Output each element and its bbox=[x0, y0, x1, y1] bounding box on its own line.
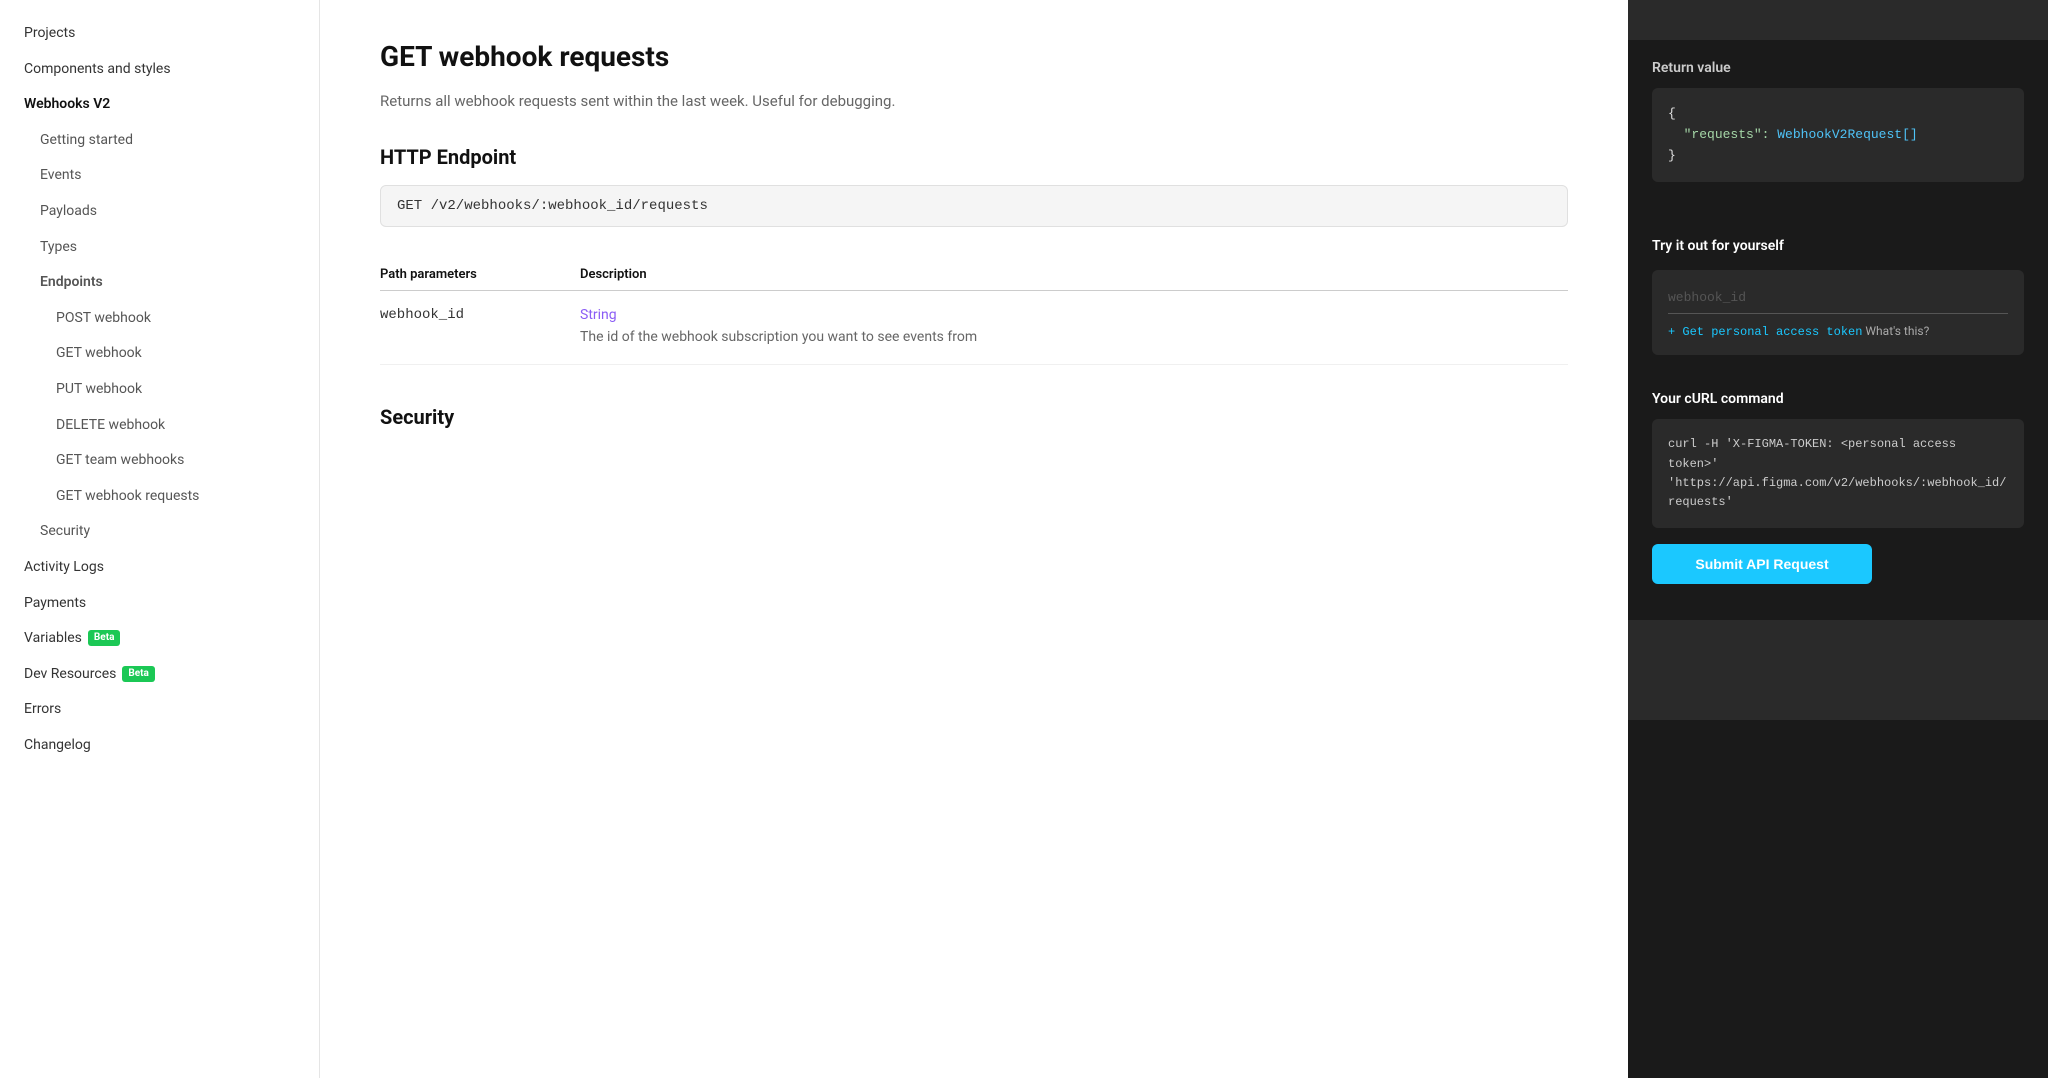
dev-resources-beta-badge: Beta bbox=[122, 666, 155, 682]
sidebar-item-security[interactable]: Security bbox=[0, 514, 319, 550]
param-type-link[interactable]: String bbox=[580, 307, 1568, 323]
get-token-link[interactable]: + Get personal access token bbox=[1668, 325, 1862, 339]
path-params-header: Path parameters bbox=[380, 259, 580, 291]
sidebar-item-projects[interactable]: Projects bbox=[0, 16, 319, 52]
sidebar-item-activity-logs[interactable]: Activity Logs bbox=[0, 550, 319, 586]
page-description: Returns all webhook requests sent within… bbox=[380, 89, 1568, 113]
submit-api-request-button[interactable]: Submit API Request bbox=[1652, 544, 1872, 584]
sidebar-item-delete-webhook[interactable]: DELETE webhook bbox=[0, 408, 319, 444]
bottom-panel-area bbox=[1628, 620, 2048, 720]
sidebar-item-payments[interactable]: Payments bbox=[0, 586, 319, 622]
try-it-label: Try it out for yourself bbox=[1652, 238, 2024, 254]
param-details: String The id of the webhook subscriptio… bbox=[580, 291, 1568, 365]
variables-beta-badge: Beta bbox=[88, 630, 121, 646]
webhook-id-input[interactable] bbox=[1668, 286, 2008, 314]
sidebar-item-types[interactable]: Types bbox=[0, 230, 319, 266]
sidebar-item-variables[interactable]: VariablesBeta bbox=[0, 621, 319, 657]
sidebar-item-getting-started[interactable]: Getting started bbox=[0, 123, 319, 159]
return-value-code: { "requests": WebhookV2Request[] } bbox=[1652, 88, 2024, 182]
param-name: webhook_id bbox=[380, 291, 580, 365]
sidebar: Projects Components and styles Webhooks … bbox=[0, 0, 320, 1078]
sidebar-item-get-webhook-requests[interactable]: GET webhook requests bbox=[0, 479, 319, 515]
get-token-text: + Get personal access token What's this? bbox=[1668, 324, 2008, 339]
return-value-label: Return value bbox=[1652, 60, 2024, 76]
sidebar-item-endpoints[interactable]: Endpoints bbox=[0, 265, 319, 301]
sidebar-item-post-webhook[interactable]: POST webhook bbox=[0, 301, 319, 337]
sidebar-item-get-webhook[interactable]: GET webhook bbox=[0, 336, 319, 372]
param-description: The id of the webhook subscription you w… bbox=[580, 329, 977, 345]
table-row: webhook_id String The id of the webhook … bbox=[380, 291, 1568, 365]
sidebar-item-changelog[interactable]: Changelog bbox=[0, 728, 319, 764]
requests-key: "requests": bbox=[1684, 127, 1770, 142]
sidebar-item-webhooks-v2[interactable]: Webhooks V2 bbox=[0, 87, 319, 123]
security-title: Security bbox=[380, 405, 1568, 429]
try-it-section: Try it out for yourself + Get personal a… bbox=[1628, 218, 2048, 391]
http-endpoint-title: HTTP Endpoint bbox=[380, 145, 1568, 169]
sidebar-item-put-webhook[interactable]: PUT webhook bbox=[0, 372, 319, 408]
sidebar-item-payloads[interactable]: Payloads bbox=[0, 194, 319, 230]
sidebar-item-errors[interactable]: Errors bbox=[0, 692, 319, 728]
top-code-area bbox=[1628, 0, 2048, 40]
curl-code: curl -H 'X-FIGMA-TOKEN: <personal access… bbox=[1652, 419, 2024, 528]
sidebar-item-dev-resources[interactable]: Dev ResourcesBeta bbox=[0, 657, 319, 693]
page-title: GET webhook requests bbox=[380, 40, 1568, 73]
main-content: GET webhook requests Returns all webhook… bbox=[320, 0, 1628, 1078]
return-value-section: Return value { "requests": WebhookV2Requ… bbox=[1628, 40, 2048, 218]
try-it-box: + Get personal access token What's this? bbox=[1652, 270, 2024, 355]
endpoint-box: GET /v2/webhooks/:webhook_id/requests bbox=[380, 185, 1568, 227]
curl-label: Your cURL command bbox=[1652, 391, 2024, 407]
sidebar-item-events[interactable]: Events bbox=[0, 158, 319, 194]
description-header: Description bbox=[580, 259, 1568, 291]
sidebar-item-get-team-webhooks[interactable]: GET team webhooks bbox=[0, 443, 319, 479]
requests-value: WebhookV2Request[] bbox=[1777, 127, 1917, 142]
sidebar-item-components-and-styles[interactable]: Components and styles bbox=[0, 52, 319, 88]
params-table: Path parameters Description webhook_id S… bbox=[380, 259, 1568, 365]
curl-section: Your cURL command curl -H 'X-FIGMA-TOKEN… bbox=[1628, 391, 2048, 604]
right-panel: Return value { "requests": WebhookV2Requ… bbox=[1628, 0, 2048, 1078]
